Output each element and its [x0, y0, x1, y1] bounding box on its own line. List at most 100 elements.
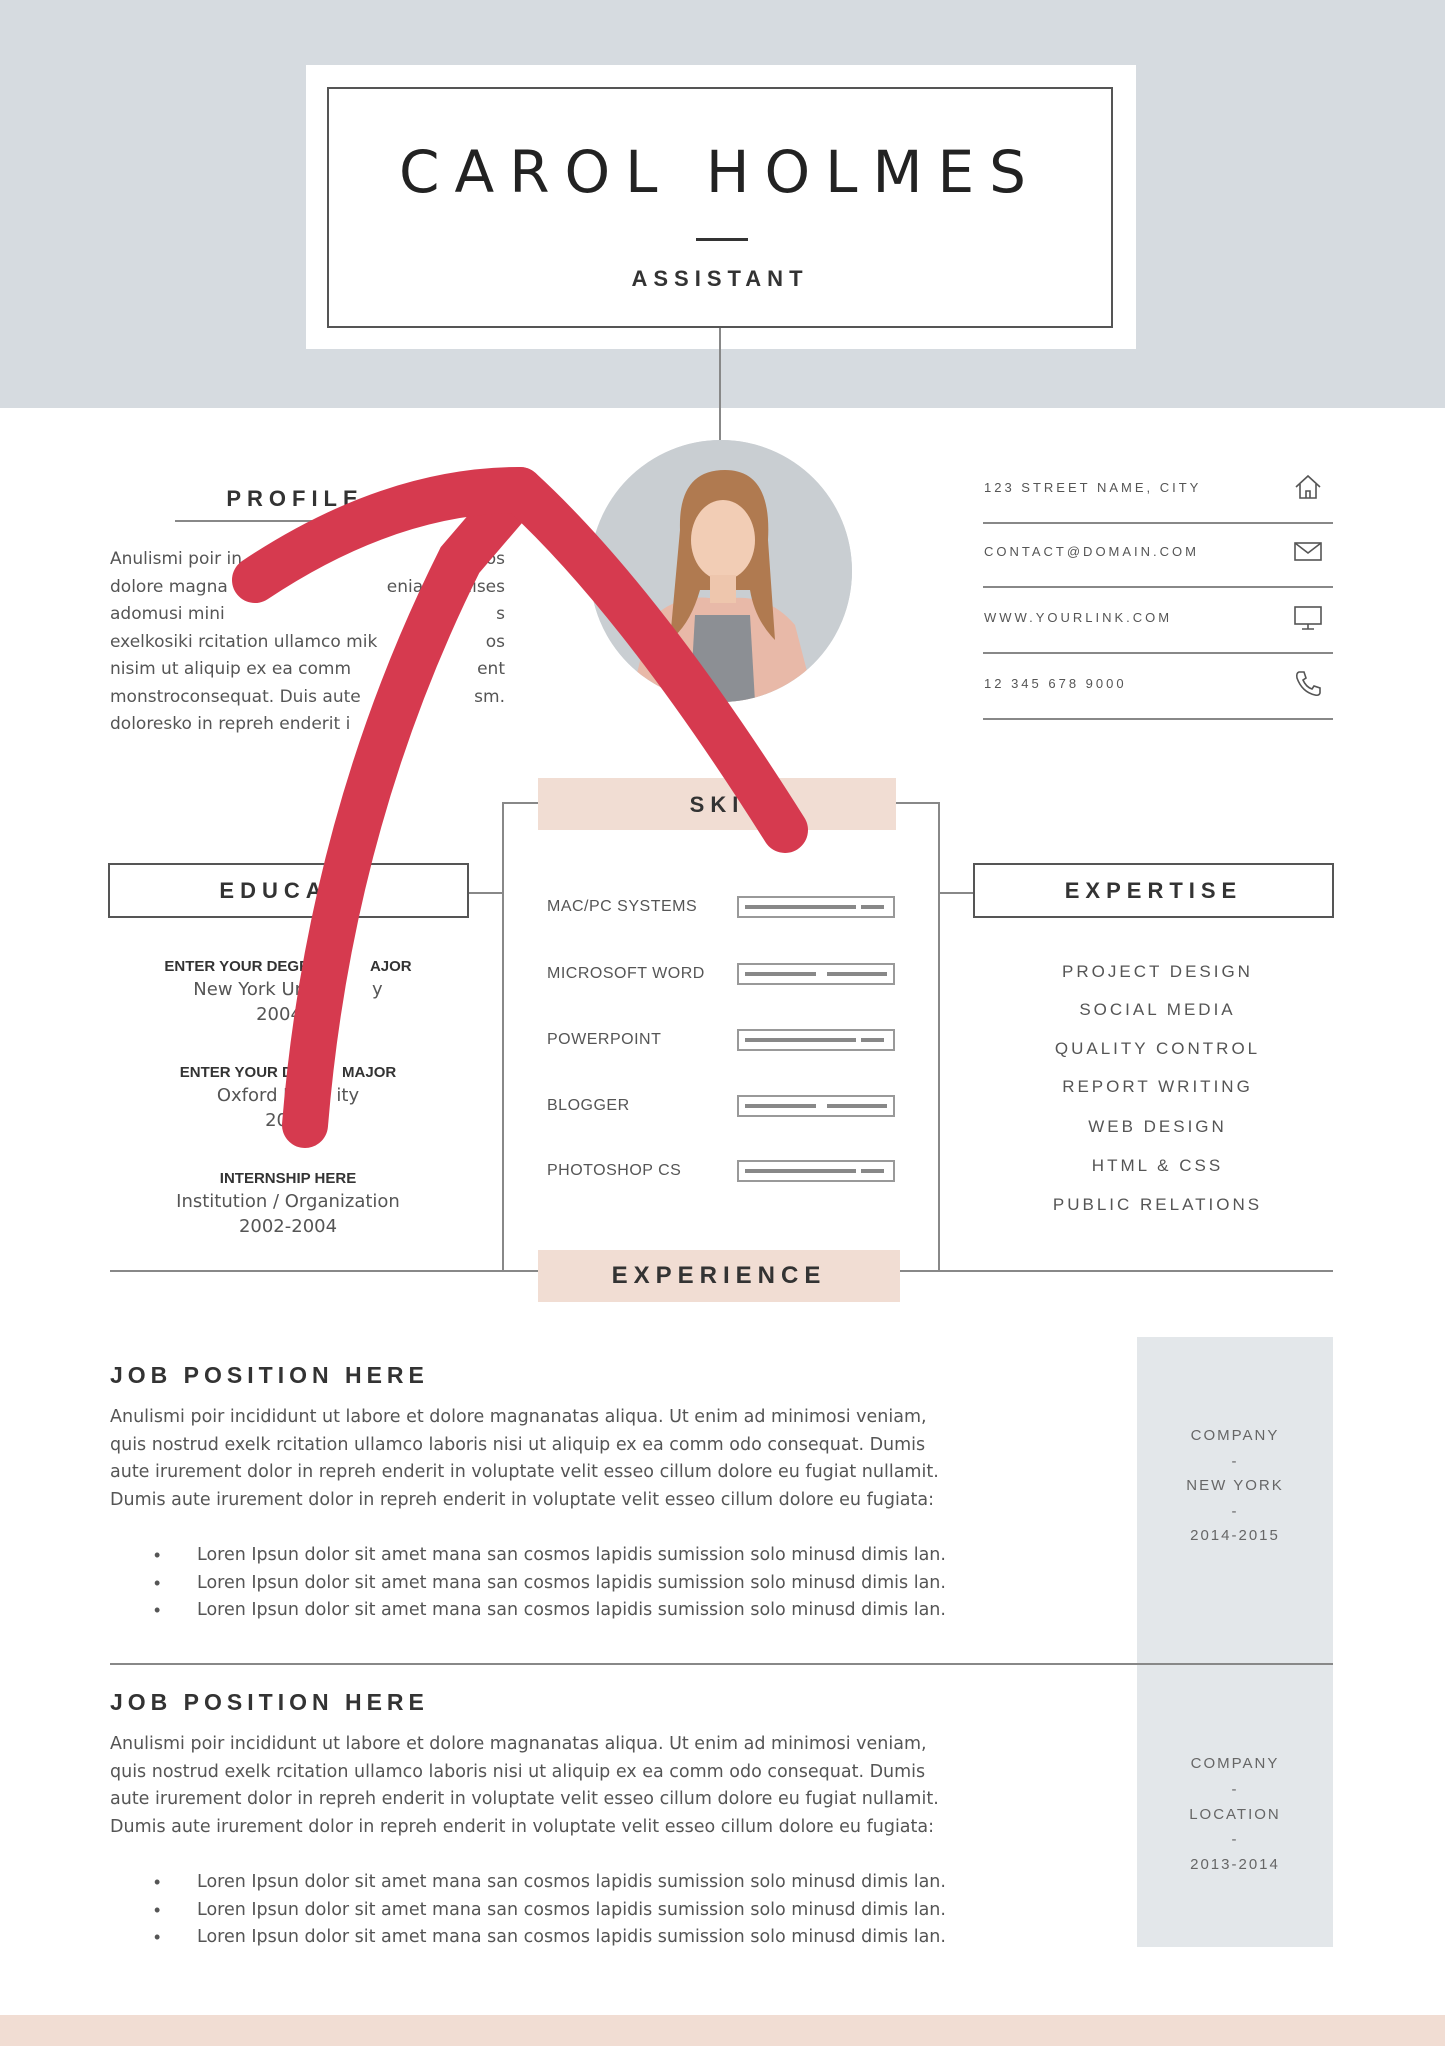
expertise-item: WEB DESIGN — [1088, 1117, 1227, 1136]
contact-email: CONTACT@DOMAIN.COM — [983, 524, 1333, 588]
job-separator: - — [1231, 1781, 1239, 1798]
job-description: Anulismi poir incididunt ut labore et do… — [110, 1404, 1095, 1514]
job-side-panel: COMPANY - LOCATION - 2013-2014 — [1137, 1665, 1333, 1947]
education-degree: ENTER YOUR DEGR — [164, 958, 310, 975]
skills-heading: SKI — [689, 792, 745, 817]
job-bullet: Loren Ipsun dolor sit amet mana san cosm… — [197, 1927, 946, 1947]
footer-band — [0, 2015, 1445, 2046]
name-divider — [696, 238, 748, 241]
expertise-item: QUALITY CONTROL — [1054, 1039, 1261, 1058]
home-icon — [1295, 474, 1321, 499]
expertise-item: PROJECT DESIGN — [1062, 962, 1253, 981]
education-years: 2004-2 — [256, 1004, 320, 1025]
profile-heading: PROFILE — [226, 486, 364, 511]
job-bullet: Loren Ipsun dolor sit amet mana san cosm… — [197, 1545, 946, 1565]
education-heading: EDUCATI — [219, 878, 358, 903]
job-bullet: Loren Ipsun dolor sit amet mana san cosm… — [197, 1572, 946, 1593]
job-bullet: Loren Ipsun dolor sit amet mana san cosm… — [197, 1872, 946, 1892]
profile-text-right: otipos eniam, quises s os ent sm. — [380, 546, 505, 711]
job-side-panel: COMPANY - NEW YORK - 2014-2015 — [1137, 1337, 1333, 1665]
education-degree: INTERNSHIP HERE — [219, 1170, 357, 1187]
contact-address-label: 123 STREET NAME, CITY — [984, 480, 1202, 495]
resume-name: CAROL HOLMES — [399, 138, 1041, 206]
skill-bar-fill-segment — [827, 972, 887, 976]
profile-line-fragment: ent — [477, 659, 505, 679]
job-title: JOB POSITION HERE — [110, 1362, 429, 1388]
contact-email-label: CONTACT@DOMAIN.COM — [984, 544, 1200, 559]
skill-bar-fill — [745, 972, 816, 976]
expertise-item: HTML & CSS — [1091, 1156, 1224, 1175]
education-school-fragment: y — [372, 979, 383, 1000]
job-years: 2014-2015 — [1190, 1527, 1280, 1544]
skill-bar — [737, 1029, 895, 1051]
education-degree-fragment: AJOR — [369, 958, 412, 975]
mail-icon — [1294, 542, 1322, 561]
job-bullet: Loren Ipsun dolor sit amet mana san cosm… — [197, 1600, 946, 1620]
contact-phone-label: 12 345 678 9000 — [984, 676, 1127, 691]
job-bullet: Loren Ipsun dolor sit amet mana san cosm… — [197, 1899, 946, 1920]
contact-website-label: WWW.YOURLINK.COM — [984, 610, 1173, 625]
skill-bar-fill-segment — [861, 1169, 884, 1173]
phone-icon — [1295, 671, 1321, 697]
job-description-line: Dumis aute irurement dolor in repreh end… — [110, 1816, 935, 1837]
connector-line — [719, 328, 721, 440]
skills-panel-right-border — [938, 802, 940, 1270]
education-item: ENTER YOUR DI MAJOR Oxford U ity 2002 — [108, 1064, 468, 1131]
job-location: LOCATION — [1189, 1806, 1281, 1823]
skills-panel-left-border — [502, 802, 504, 1270]
profile-line: doloresko in repreh enderit i — [110, 714, 351, 734]
job-years: 2013-2014 — [1190, 1856, 1280, 1873]
experience-heading: EXPERIENCE — [611, 1262, 827, 1289]
job-bullets: Loren Ipsun dolor sit amet mana san cosm… — [197, 1869, 1137, 1952]
contact-website: WWW.YOURLINK.COM — [983, 590, 1333, 654]
bullet-markers: • • • — [154, 1872, 161, 1947]
contact-address: 123 STREET NAME, CITY — [983, 460, 1333, 524]
profile-line-fragment: sm. — [474, 686, 505, 707]
profile-line-fragment: s — [496, 604, 505, 624]
skill-bar — [737, 1160, 895, 1182]
skill-label: MICROSOFT WORD — [547, 965, 705, 982]
contact-phone: 12 345 678 9000 — [983, 656, 1333, 720]
skill-bar-fill — [745, 1169, 856, 1173]
education-item: ENTER YOUR DEGR AJOR New York Ur y 2004-2 — [108, 958, 468, 1025]
skill-bar-fill-segment — [827, 1104, 887, 1108]
skill-bar-fill — [745, 1038, 856, 1042]
skill-bar-fill-segment — [861, 1038, 884, 1042]
expertise-connector — [938, 892, 974, 894]
skill-bar-fill-segment — [861, 905, 884, 909]
education-school: Oxford U — [216, 1085, 297, 1106]
skill-row: MAC/PC SYSTEMS — [547, 888, 897, 928]
skill-bar — [737, 1095, 895, 1117]
job-separator: - — [1231, 1831, 1239, 1848]
job-description-line: quis nostrud exelk rcitation ullamco lab… — [110, 1434, 926, 1455]
expertise-item: PUBLIC RELATIONS — [1052, 1195, 1263, 1214]
job-description-line: quis nostrud exelk rcitation ullamco lab… — [110, 1761, 926, 1782]
bullet-markers: • • • — [154, 1545, 161, 1620]
job-separator: - — [1231, 1453, 1239, 1470]
education-school: Institution / Organization — [176, 1191, 400, 1212]
education-school-fragment: ity — [336, 1085, 360, 1106]
skill-bar-fill — [745, 1104, 816, 1108]
skill-row: POWERPOINT — [547, 1021, 897, 1061]
education-item: INTERNSHIP HERE Institution / Organizati… — [108, 1170, 468, 1237]
education-years: 2002 — [265, 1110, 311, 1131]
job-description-line: aute irurement dolor in repreh enderit i… — [110, 1462, 939, 1482]
skill-label: PHOTOSHOP CS — [547, 1162, 682, 1179]
monitor-icon — [1294, 606, 1322, 630]
skill-label: BLOGGER — [547, 1097, 630, 1114]
profile-line-fragment: otipos — [453, 549, 505, 569]
job-location: NEW YORK — [1186, 1477, 1284, 1494]
job-separator: - — [1231, 1503, 1239, 1520]
education-connector — [468, 892, 502, 894]
skill-bar-fill — [745, 905, 856, 909]
job-bullets: Loren Ipsun dolor sit amet mana san cosm… — [197, 1542, 1137, 1625]
expertise-item: SOCIAL MEDIA — [1079, 1000, 1236, 1019]
job-description-line: Anulismi poir incididunt ut labore et do… — [110, 1734, 927, 1754]
skill-row: BLOGGER — [547, 1087, 897, 1127]
job-company: COMPANY — [1190, 1427, 1280, 1444]
education-school: New York Ur — [193, 979, 303, 1000]
profile-line-fragment: eniam, quises — [386, 576, 505, 597]
expertise-heading: EXPERTISE — [1064, 878, 1243, 903]
profile-line-fragment: os — [485, 631, 505, 652]
job-company: COMPANY — [1190, 1755, 1280, 1772]
